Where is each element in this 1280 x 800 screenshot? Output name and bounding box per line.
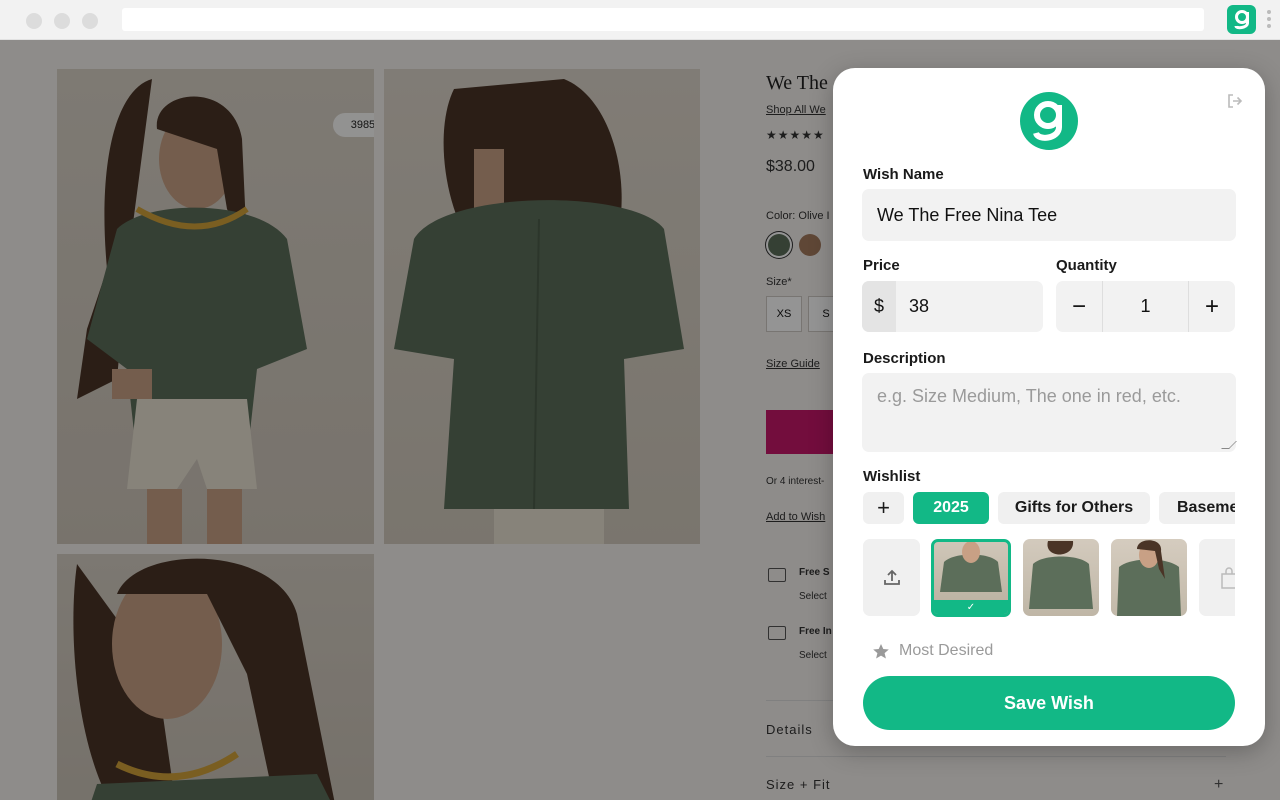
- address-bar[interactable]: [122, 8, 1204, 31]
- product-image-thumb[interactable]: [1111, 539, 1187, 616]
- kebab-menu-icon[interactable]: [1266, 8, 1272, 32]
- description-textarea[interactable]: e.g. Size Medium, The one in red, etc.: [862, 373, 1237, 452]
- upload-image-button[interactable]: [863, 539, 920, 616]
- wish-name-input[interactable]: We The Free Nina Tee: [862, 189, 1236, 241]
- description-placeholder: e.g. Size Medium, The one in red, etc.: [877, 386, 1181, 406]
- browser-toolbar: [0, 0, 1280, 40]
- wishlist-chip-gifts-for-others[interactable]: Gifts for Others: [998, 492, 1150, 524]
- most-desired-toggle[interactable]: Most Desired: [872, 642, 993, 660]
- logout-icon[interactable]: [1227, 94, 1245, 110]
- gift-g-logo-icon: [1020, 92, 1078, 150]
- price-input[interactable]: $ 38: [862, 281, 1043, 332]
- image-picker: ✓: [863, 539, 1235, 619]
- price-label: Price: [863, 257, 900, 274]
- quantity-label: Quantity: [1056, 257, 1117, 274]
- add-wish-modal: Wish Name We The Free Nina Tee Price $ 3…: [833, 68, 1265, 746]
- window-close-dot[interactable]: [26, 13, 42, 29]
- upload-icon: [883, 569, 900, 585]
- add-wishlist-button[interactable]: +: [863, 492, 904, 524]
- product-image-thumb-partial[interactable]: [1199, 539, 1235, 616]
- wishlist-chip-baseme[interactable]: Baseme: [1159, 492, 1235, 524]
- wishlist-label: Wishlist: [863, 468, 921, 485]
- star-icon: [873, 643, 889, 658]
- currency-symbol: $: [862, 281, 896, 332]
- window-zoom-dot[interactable]: [82, 13, 98, 29]
- product-image-thumb-selected[interactable]: ✓: [931, 539, 1011, 617]
- most-desired-label: Most Desired: [899, 642, 994, 659]
- window-minimize-dot[interactable]: [54, 13, 70, 29]
- quantity-value[interactable]: 1: [1102, 281, 1189, 332]
- bag-icon: [1221, 566, 1235, 589]
- gift-g-logo-icon[interactable]: [1227, 5, 1256, 34]
- wishlist-chip-row: + 2025 Gifts for Others Baseme: [863, 492, 1235, 524]
- description-label: Description: [863, 350, 946, 367]
- quantity-decrement-button[interactable]: −: [1056, 281, 1102, 332]
- save-wish-button[interactable]: Save Wish: [863, 676, 1235, 730]
- wish-name-label: Wish Name: [863, 166, 944, 183]
- check-icon: ✓: [934, 600, 1008, 614]
- quantity-increment-button[interactable]: +: [1189, 281, 1235, 332]
- quantity-stepper: − 1 +: [1056, 281, 1235, 332]
- resize-grip-icon[interactable]: [1221, 441, 1237, 449]
- price-value[interactable]: 38: [896, 296, 929, 317]
- wishlist-chip-2025[interactable]: 2025: [913, 492, 989, 524]
- product-image-thumb[interactable]: [1023, 539, 1099, 616]
